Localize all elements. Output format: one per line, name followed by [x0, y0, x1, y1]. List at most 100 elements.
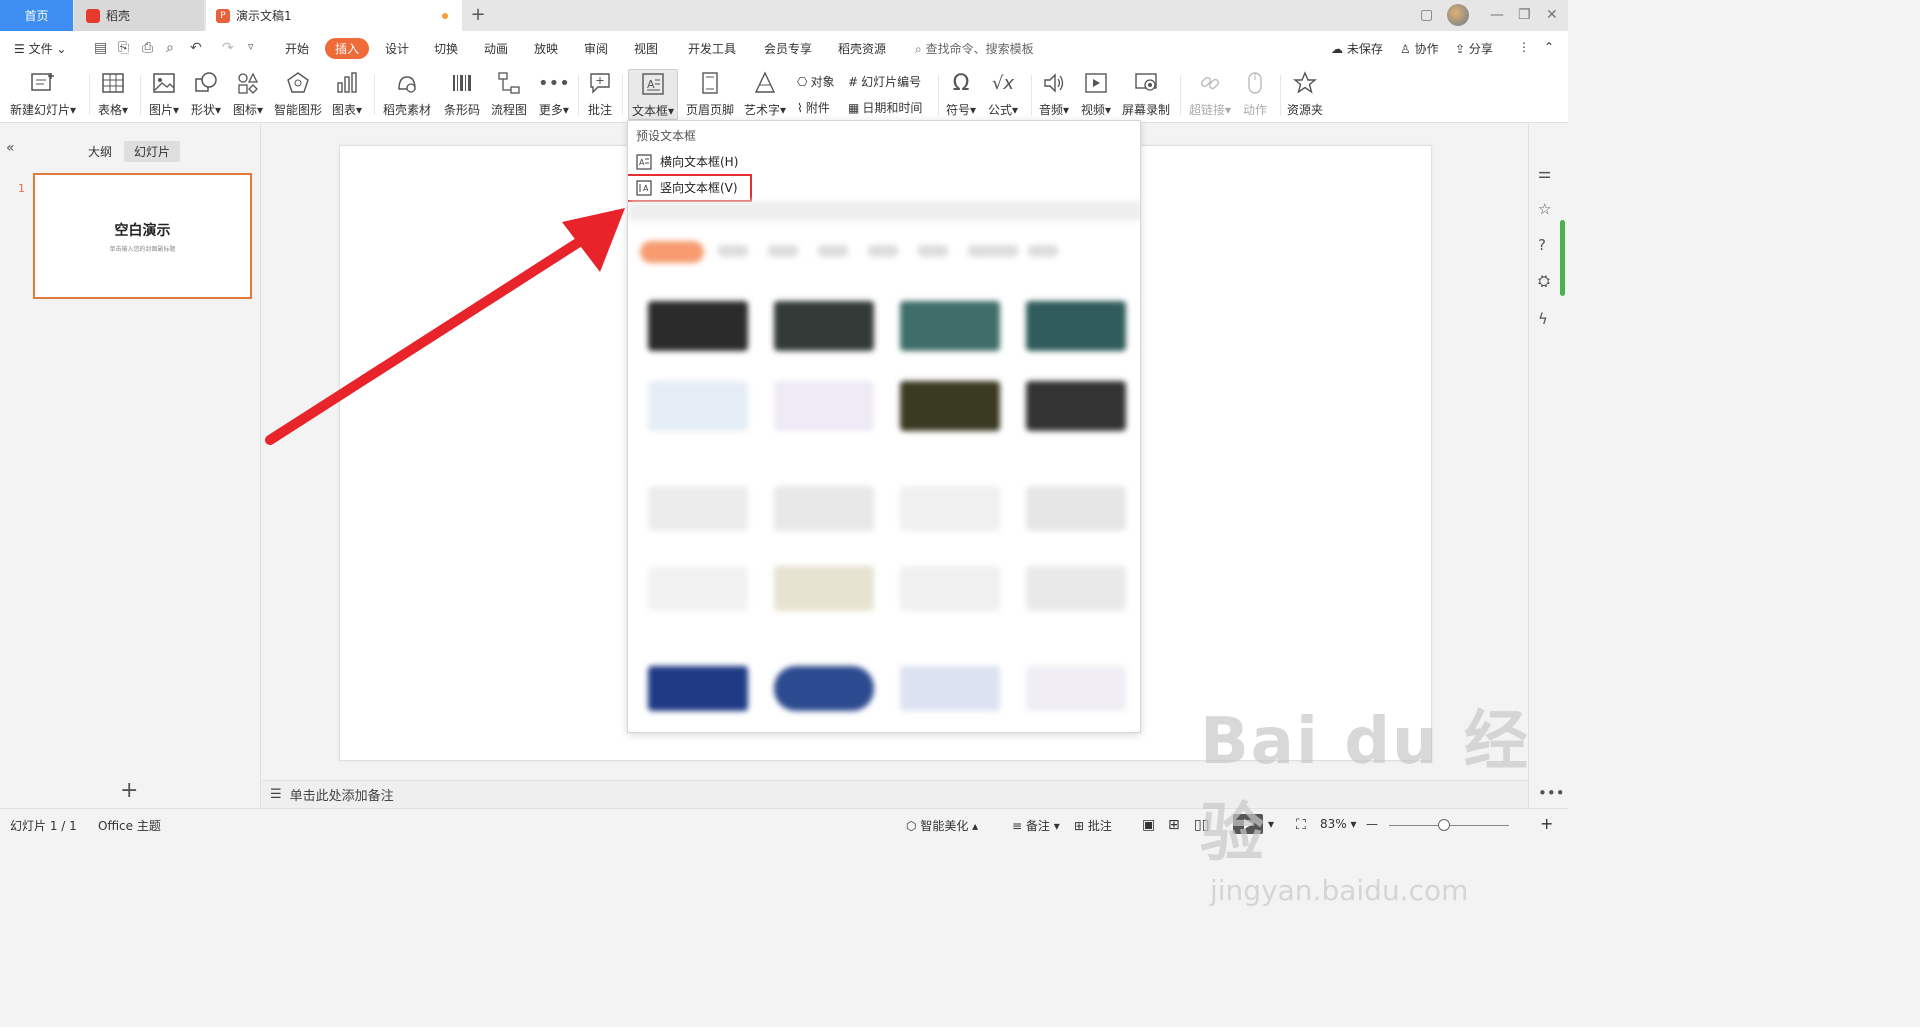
smart-art-button[interactable]: 智能图形: [274, 69, 322, 118]
theme-name[interactable]: Office 主题: [98, 817, 161, 834]
material-library-icon[interactable]: ⛭: [1538, 272, 1550, 290]
comments-toggle[interactable]: ⊞ 批注: [1074, 817, 1112, 834]
avatar[interactable]: [1447, 4, 1469, 26]
tab-home[interactable]: 首页: [0, 0, 73, 31]
preset-templates-area: [628, 201, 1140, 732]
smart-beautify-button[interactable]: ⬡ 智能美化 ▴: [906, 817, 978, 834]
attachment-button[interactable]: ⌇ 附件: [797, 99, 830, 116]
new-slide-button[interactable]: 新建幻灯片▾: [10, 69, 76, 118]
menu-design[interactable]: 设计: [385, 40, 409, 57]
tab-slides[interactable]: 幻灯片: [124, 141, 181, 162]
slide-number-button[interactable]: # 幻灯片编号: [848, 73, 921, 90]
save-icon[interactable]: ▤: [94, 40, 107, 56]
menu-animation[interactable]: 动画: [484, 40, 508, 57]
symbol-button[interactable]: Ω 符号▾: [946, 69, 976, 118]
textbox-icon: A: [641, 70, 665, 98]
menu-daoke-resources[interactable]: 稻壳资源: [838, 40, 886, 57]
menu-view[interactable]: 视图: [634, 40, 658, 57]
collaborate-button[interactable]: ♙ 协作: [1400, 40, 1439, 57]
chart-icon: [335, 69, 359, 97]
barcode-button[interactable]: 条形码: [444, 69, 480, 118]
tab-outline[interactable]: 大纲: [78, 141, 122, 162]
collapse-ribbon-icon[interactable]: ⌃: [1544, 40, 1554, 54]
baidu-watermark: Bai du 经验 jingyan.baidu.com: [1200, 705, 1530, 907]
minimize-button[interactable]: —: [1490, 7, 1504, 23]
hyperlink-button[interactable]: 超链接▾: [1189, 69, 1231, 118]
more-button[interactable]: ••• 更多▾: [538, 69, 570, 118]
comment-icon: [588, 69, 612, 97]
normal-view-icon[interactable]: ▣: [1142, 817, 1155, 833]
slide-thumbnail[interactable]: 空白演示 单击输入您的封面副标题: [33, 173, 252, 299]
screen-record-button[interactable]: 屏幕录制: [1122, 69, 1170, 118]
chart-button[interactable]: 图表▾: [332, 69, 362, 118]
formula-button[interactable]: √x 公式▾: [988, 69, 1018, 118]
print-icon[interactable]: ⎙: [142, 40, 153, 56]
add-slide-button[interactable]: +: [120, 778, 138, 803]
menu-start[interactable]: 开始: [285, 40, 309, 57]
resource-folder-button[interactable]: 资源夹: [1287, 69, 1323, 118]
grid-view-icon[interactable]: ⊞: [1168, 817, 1180, 833]
unsaved-button[interactable]: ☁ 未保存: [1331, 40, 1383, 57]
close-button[interactable]: ✕: [1546, 7, 1558, 23]
menu-slideshow[interactable]: 放映: [534, 40, 558, 57]
flowchart-button[interactable]: 流程图: [491, 69, 527, 118]
hash-icon: #: [848, 74, 859, 89]
thumbnail-title: 空白演示: [114, 222, 171, 239]
file-menu[interactable]: ☰ 文件 ⌄: [14, 40, 66, 57]
thumbnail-subtitle: 单击输入您的封面副标题: [109, 245, 176, 253]
comment-small-icon: ⊞: [1074, 819, 1085, 833]
header-footer-button[interactable]: 页眉页脚: [686, 69, 734, 118]
slide-count: 幻灯片 1 / 1: [10, 819, 77, 833]
barcode-icon: [450, 69, 474, 97]
video-button[interactable]: 视频▾: [1081, 69, 1111, 118]
menu-member[interactable]: 会员专享: [764, 40, 812, 57]
new-slide-icon: [30, 69, 56, 97]
help-icon[interactable]: ?: [1538, 236, 1546, 254]
tab-daoke[interactable]: 稻壳: [74, 0, 204, 31]
print-preview-icon[interactable]: ⌕: [166, 40, 174, 56]
horizontal-textbox-item[interactable]: A 横向文本框(H): [636, 153, 738, 170]
table-button[interactable]: 表格▾: [98, 69, 128, 118]
collapse-panel-icon[interactable]: «: [6, 140, 15, 156]
tab-document[interactable]: P 演示文稿1: [206, 0, 462, 31]
notes-toggle[interactable]: ≡ 备注 ▾: [1012, 817, 1060, 834]
command-search[interactable]: ⌕ 查找命令、搜索模板: [915, 40, 1034, 57]
menu-review[interactable]: 审阅: [584, 40, 608, 57]
layout-icon[interactable]: ▢: [1420, 7, 1433, 23]
quick-access-dropdown-icon[interactable]: ▿: [248, 40, 254, 53]
art-text-icon: [753, 69, 777, 97]
menu-insert[interactable]: 插入: [325, 38, 370, 59]
notes-icon: ☰: [270, 787, 282, 802]
new-tab-button[interactable]: +: [468, 4, 488, 25]
cloud-icon: ☁: [1331, 42, 1343, 56]
header-footer-icon: [698, 69, 722, 97]
undo-icon[interactable]: ↶: [190, 40, 202, 56]
icon-button[interactable]: 图标▾: [233, 69, 263, 118]
presentation-logo-icon: P: [216, 8, 230, 23]
shape-button[interactable]: 形状▾: [191, 69, 221, 118]
smart-art-icon: [286, 69, 310, 97]
lightning-icon[interactable]: ϟ: [1538, 310, 1548, 328]
menu-transition[interactable]: 切换: [434, 40, 458, 57]
flowchart-icon: [497, 69, 521, 97]
date-time-button[interactable]: ▦ 日期和时间: [848, 99, 922, 116]
redo-icon[interactable]: ↷: [222, 40, 234, 56]
action-button[interactable]: 动作: [1243, 69, 1267, 118]
art-text-button[interactable]: 艺术字▾: [744, 69, 786, 118]
menu-developer[interactable]: 开发工具: [688, 40, 736, 57]
textbox-button[interactable]: A 文本框▾: [628, 69, 679, 120]
share-button[interactable]: ⇪ 分享: [1455, 40, 1493, 57]
scroll-indicator[interactable]: [1560, 220, 1565, 296]
daoke-material-button[interactable]: 稻壳素材: [383, 69, 431, 118]
textbox-dropdown: 预设文本框 A 横向文本框(H) A 竖向文本框(V): [627, 120, 1141, 733]
object-button[interactable]: ⎔ 对象: [797, 73, 835, 90]
favorite-icon[interactable]: ☆: [1538, 200, 1551, 218]
export-pdf-icon[interactable]: ⎘: [118, 40, 129, 56]
picture-button[interactable]: 图片▾: [149, 69, 179, 118]
speaker-icon: [1042, 69, 1066, 97]
comment-button[interactable]: 批注: [588, 69, 612, 118]
restore-button[interactable]: ❐: [1518, 7, 1531, 23]
properties-icon[interactable]: ⚌: [1538, 164, 1551, 182]
more-options-icon[interactable]: ⋮: [1518, 40, 1530, 54]
audio-button[interactable]: 音频▾: [1039, 69, 1069, 118]
